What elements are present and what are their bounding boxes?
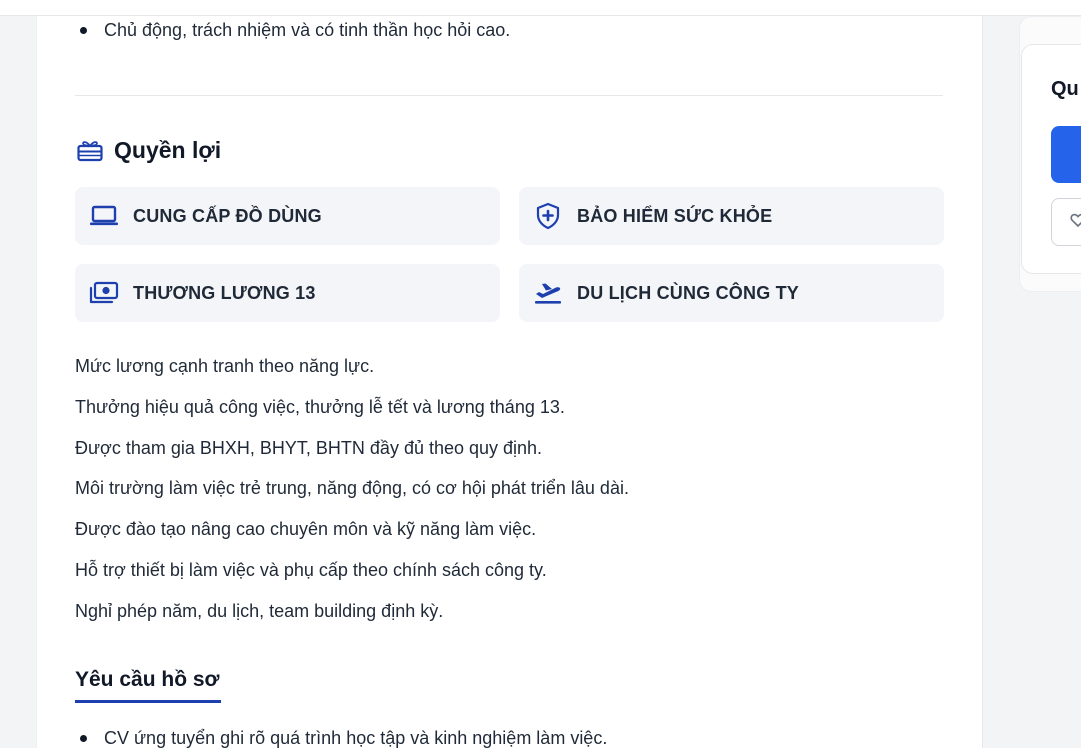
benefit-paragraph: Thưởng hiệu quả công việc, thưởng lễ tết…: [75, 396, 565, 417]
benefits-section-header: Quyền lợi: [76, 136, 221, 164]
apply-button[interactable]: [1051, 126, 1081, 183]
benefit-paragraph: Nghỉ phép năm, du lịch, team building đị…: [75, 600, 444, 621]
list-item: CV ứng tuyển ghi rõ quá trình học tập và…: [80, 728, 607, 748]
requirements-section-header: Yêu cầu hồ sơ: [75, 668, 221, 703]
benefit-label: DU LỊCH CÙNG CÔNG TY: [577, 282, 799, 303]
benefit-paragraph: Môi trường làm việc trẻ trung, năng động…: [75, 478, 629, 499]
bullet-icon: [80, 735, 87, 742]
benefit-tile-13th-salary: THƯƠNG LƯƠNG 13: [75, 264, 500, 322]
benefit-tile-equipment: CUNG CẤP ĐỒ DÙNG: [75, 187, 500, 245]
benefit-paragraph: Mức lương cạnh tranh theo năng lực.: [75, 356, 375, 376]
benefits-description: Mức lương cạnh tranh theo năng lực. Thưở…: [75, 352, 935, 638]
heart-icon: [1070, 212, 1081, 233]
title-underline: [75, 700, 221, 703]
sidebar-title: Qu: [1051, 78, 1079, 100]
gift-icon: [76, 136, 104, 164]
benefit-paragraph: Hỗ trợ thiết bị làm việc và phụ cấp theo…: [75, 559, 547, 580]
list-item-text: CV ứng tuyển ghi rõ quá trình học tập và…: [104, 728, 608, 748]
list-item: Chủ động, trách nhiệm và có tinh thần họ…: [80, 20, 510, 41]
section-title: Yêu cầu hồ sơ: [75, 668, 220, 691]
section-title: Quyền lợi: [114, 136, 222, 163]
benefit-tile-company-trip: DU LỊCH CÙNG CÔNG TY: [519, 264, 944, 322]
save-job-button[interactable]: [1051, 198, 1081, 246]
shield-plus-icon: [533, 201, 563, 231]
benefit-tile-health-insurance: BẢO HIỂM SỨC KHỎE: [519, 187, 944, 245]
benefit-label: BẢO HIỂM SỨC KHỎE: [577, 205, 773, 226]
bullet-icon: [80, 27, 87, 34]
section-divider: [75, 95, 943, 96]
laptop-icon: [89, 201, 119, 231]
benefit-label: CUNG CẤP ĐỒ DÙNG: [133, 205, 322, 226]
benefit-paragraph: Được đào tạo nâng cao chuyên môn và kỹ n…: [75, 519, 537, 540]
benefit-paragraph: Được tham gia BHXH, BHYT, BHTN đầy đủ th…: [75, 437, 543, 458]
benefit-label: THƯƠNG LƯƠNG 13: [133, 282, 316, 303]
money-icon: [89, 278, 119, 308]
list-item-text: Chủ động, trách nhiệm và có tinh thần họ…: [104, 20, 511, 40]
top-bar: [0, 0, 1081, 16]
airplane-icon: [533, 278, 563, 308]
